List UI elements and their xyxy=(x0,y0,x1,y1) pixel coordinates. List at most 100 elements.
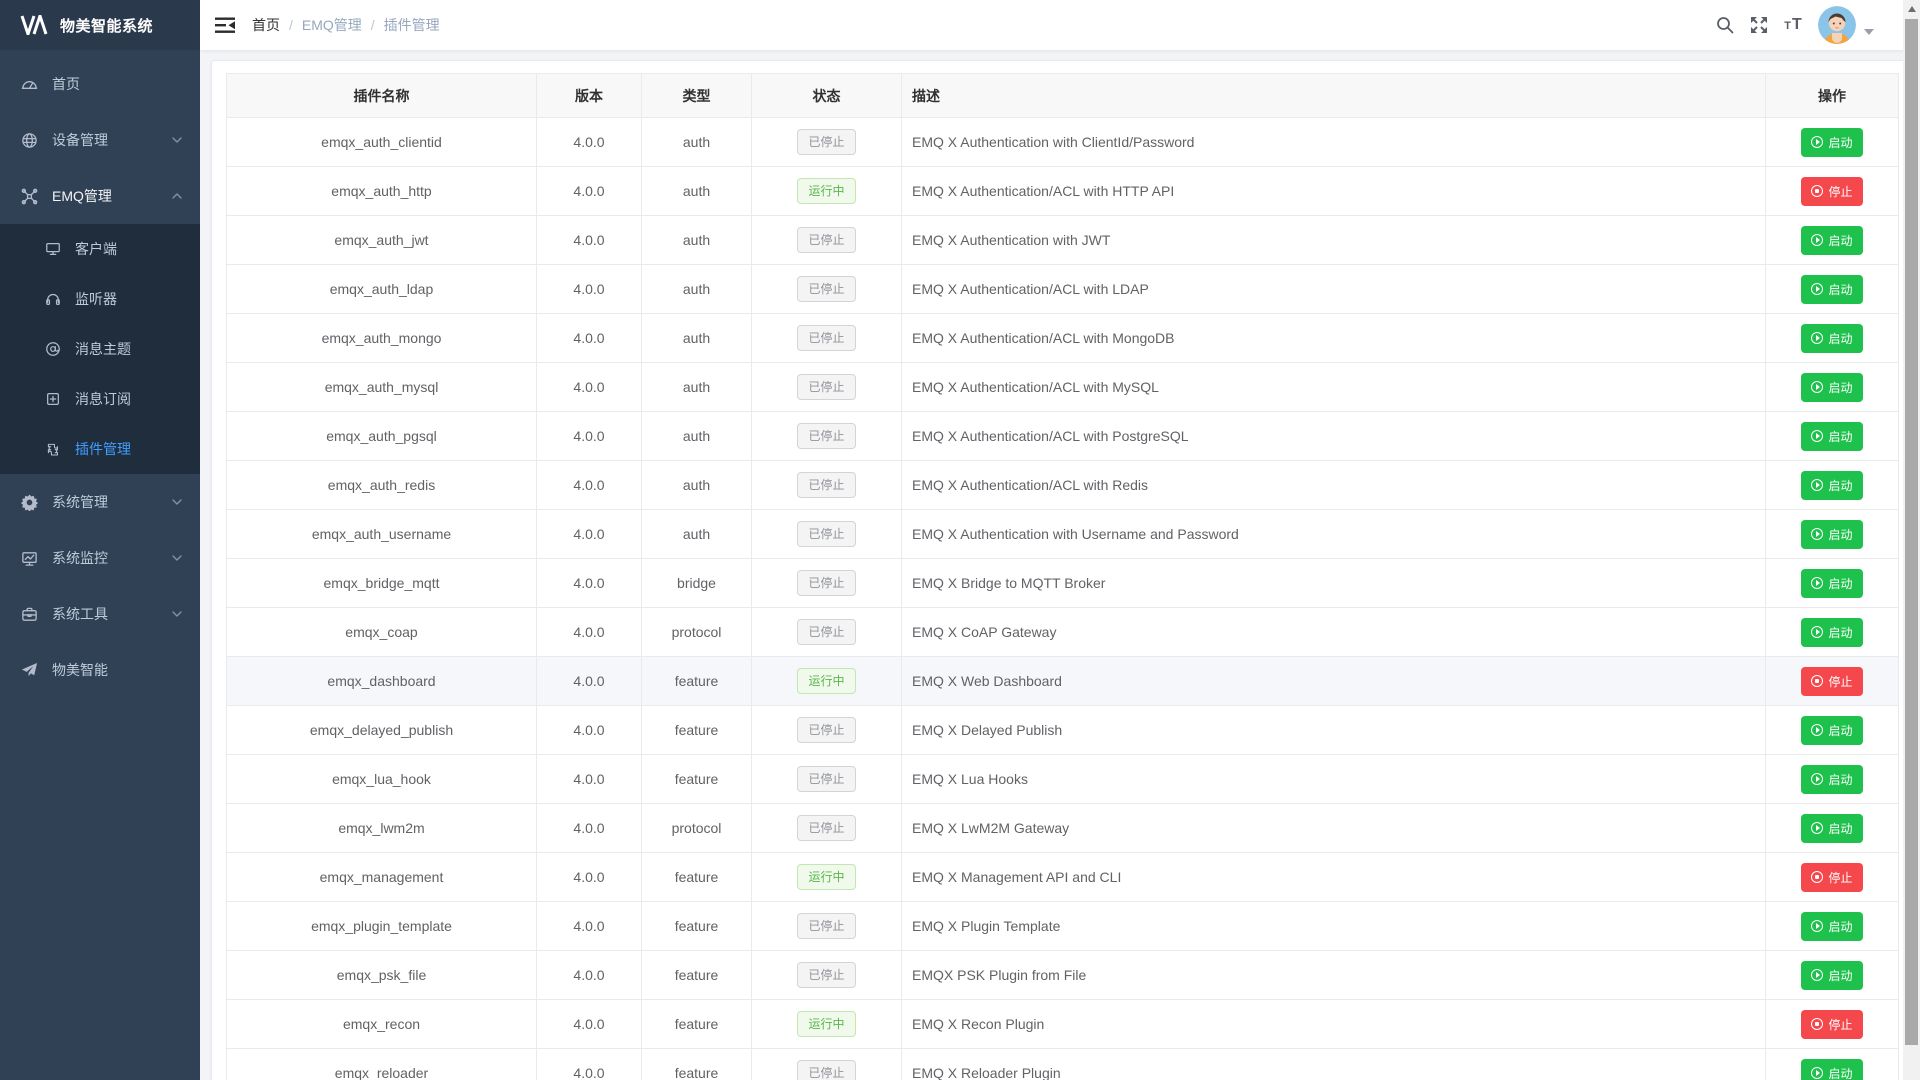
start-button[interactable]: 启动 xyxy=(1801,961,1862,990)
action-button-icon xyxy=(1811,920,1823,932)
action-button-label: 启动 xyxy=(1828,918,1852,935)
start-button[interactable]: 启动 xyxy=(1801,814,1862,843)
version-cell: 4.0.0 xyxy=(537,902,642,951)
stop-button[interactable]: 停止 xyxy=(1801,863,1862,892)
scrollbar[interactable] xyxy=(1903,0,1920,1080)
font-size-icon[interactable]: TT xyxy=(1776,0,1810,50)
action-cell: 启动 xyxy=(1766,706,1899,755)
start-button[interactable]: 启动 xyxy=(1801,716,1862,745)
description-cell: EMQ X Reloader Plugin xyxy=(902,1049,1766,1080)
type-cell: feature xyxy=(642,755,752,804)
sidebar-item-emq[interactable]: EMQ管理 xyxy=(0,168,200,224)
sidebar-item-devices[interactable]: 设备管理 xyxy=(0,112,200,168)
plugin-name-cell: emqx_auth_ldap xyxy=(227,265,537,314)
status-badge: 已停止 xyxy=(797,570,855,596)
user-menu[interactable] xyxy=(1818,6,1874,44)
sidebar-toggle-button[interactable] xyxy=(200,0,250,50)
stop-button[interactable]: 停止 xyxy=(1801,177,1862,206)
stop-button[interactable]: 停止 xyxy=(1801,667,1862,696)
status-cell: 已停止 xyxy=(752,314,902,363)
sidebar-item-system-tools[interactable]: 系统工具 xyxy=(0,586,200,642)
status-cell: 已停止 xyxy=(752,755,902,804)
chevron-down-icon xyxy=(172,609,182,619)
action-button-icon xyxy=(1811,479,1823,491)
type-cell: protocol xyxy=(642,804,752,853)
status-cell: 已停止 xyxy=(752,1049,902,1080)
start-button[interactable]: 启动 xyxy=(1801,422,1862,451)
status-badge: 已停止 xyxy=(797,276,855,302)
scrollbar-up-arrow[interactable] xyxy=(1903,0,1920,17)
status-badge: 已停止 xyxy=(797,717,855,743)
sidebar-item-clients[interactable]: 客户端 xyxy=(0,224,200,274)
breadcrumb-emq: EMQ管理 xyxy=(302,15,362,35)
action-button-label: 启动 xyxy=(1828,967,1852,984)
start-button[interactable]: 启动 xyxy=(1801,618,1862,647)
plugin-name-cell: emqx_lua_hook xyxy=(227,755,537,804)
header-plugin-name: 插件名称 xyxy=(227,74,537,118)
drone-icon xyxy=(20,187,38,205)
version-cell: 4.0.0 xyxy=(537,265,642,314)
search-icon[interactable] xyxy=(1708,0,1742,50)
globe-icon xyxy=(20,131,38,149)
plugin-table: 插件名称 版本 类型 状态 描述 操作 emqx_auth_clientid 4… xyxy=(226,73,1899,1080)
table-row: emqx_reloader 4.0.0 feature 已停止 EMQ X Re… xyxy=(227,1049,1899,1080)
sidebar-item-subscriptions[interactable]: 消息订阅 xyxy=(0,374,200,424)
type-cell: feature xyxy=(642,706,752,755)
action-cell: 启动 xyxy=(1766,314,1899,363)
breadcrumb-home[interactable]: 首页 xyxy=(252,15,280,35)
description-cell: EMQ X Authentication/ACL with MySQL xyxy=(902,363,1766,412)
type-cell: auth xyxy=(642,216,752,265)
action-cell: 停止 xyxy=(1766,1000,1899,1049)
sidebar-item-system-admin[interactable]: 系统管理 xyxy=(0,474,200,530)
start-button[interactable]: 启动 xyxy=(1801,1059,1862,1080)
action-button-label: 启动 xyxy=(1828,134,1852,151)
start-button[interactable]: 启动 xyxy=(1801,569,1862,598)
sidebar-item-label: 消息订阅 xyxy=(75,389,131,409)
stop-button[interactable]: 停止 xyxy=(1801,1010,1862,1039)
start-button[interactable]: 启动 xyxy=(1801,275,1862,304)
logo-icon xyxy=(20,15,50,35)
status-cell: 运行中 xyxy=(752,1000,902,1049)
start-button[interactable]: 启动 xyxy=(1801,520,1862,549)
description-cell: EMQX PSK Plugin from File xyxy=(902,951,1766,1000)
start-button[interactable]: 启动 xyxy=(1801,226,1862,255)
start-button[interactable]: 启动 xyxy=(1801,128,1862,157)
status-badge: 已停止 xyxy=(797,423,855,449)
sidebar-item-label: 系统监控 xyxy=(52,548,108,568)
sidebar-item-label: 客户端 xyxy=(75,239,117,259)
start-button[interactable]: 启动 xyxy=(1801,912,1862,941)
status-cell: 已停止 xyxy=(752,804,902,853)
sidebar-item-label: 系统管理 xyxy=(52,492,108,512)
status-badge: 已停止 xyxy=(797,374,855,400)
paper-plane-icon xyxy=(20,661,38,679)
status-badge: 已停止 xyxy=(797,227,855,253)
status-badge: 已停止 xyxy=(797,815,855,841)
status-cell: 已停止 xyxy=(752,265,902,314)
action-button-label: 启动 xyxy=(1828,820,1852,837)
scrollbar-thumb[interactable] xyxy=(1905,19,1918,1045)
sidebar-item-label: 物美智能 xyxy=(52,660,108,680)
start-button[interactable]: 启动 xyxy=(1801,373,1862,402)
sidebar-item-label: 系统工具 xyxy=(52,604,108,624)
start-button[interactable]: 启动 xyxy=(1801,765,1862,794)
sidebar-item-system-monitor[interactable]: 系统监控 xyxy=(0,530,200,586)
sidebar-item-home[interactable]: 首页 xyxy=(0,56,200,112)
sidebar-item-plugins[interactable]: 插件管理 xyxy=(0,424,200,474)
status-cell: 已停止 xyxy=(752,461,902,510)
version-cell: 4.0.0 xyxy=(537,363,642,412)
start-button[interactable]: 启动 xyxy=(1801,471,1862,500)
monitor-chart-icon xyxy=(20,549,38,567)
sidebar-item-topics[interactable]: 消息主题 xyxy=(0,324,200,374)
start-button[interactable]: 启动 xyxy=(1801,324,1862,353)
plugin-name-cell: emqx_coap xyxy=(227,608,537,657)
description-cell: EMQ X Recon Plugin xyxy=(902,1000,1766,1049)
sidebar-item-wumei-smart[interactable]: 物美智能 xyxy=(0,642,200,698)
fullscreen-icon[interactable] xyxy=(1742,0,1776,50)
action-button-icon xyxy=(1811,969,1823,981)
sidebar-item-listeners[interactable]: 监听器 xyxy=(0,274,200,324)
action-button-label: 启动 xyxy=(1828,330,1852,347)
type-cell: auth xyxy=(642,118,752,167)
version-cell: 4.0.0 xyxy=(537,314,642,363)
version-cell: 4.0.0 xyxy=(537,167,642,216)
caret-down-icon xyxy=(1864,29,1874,35)
